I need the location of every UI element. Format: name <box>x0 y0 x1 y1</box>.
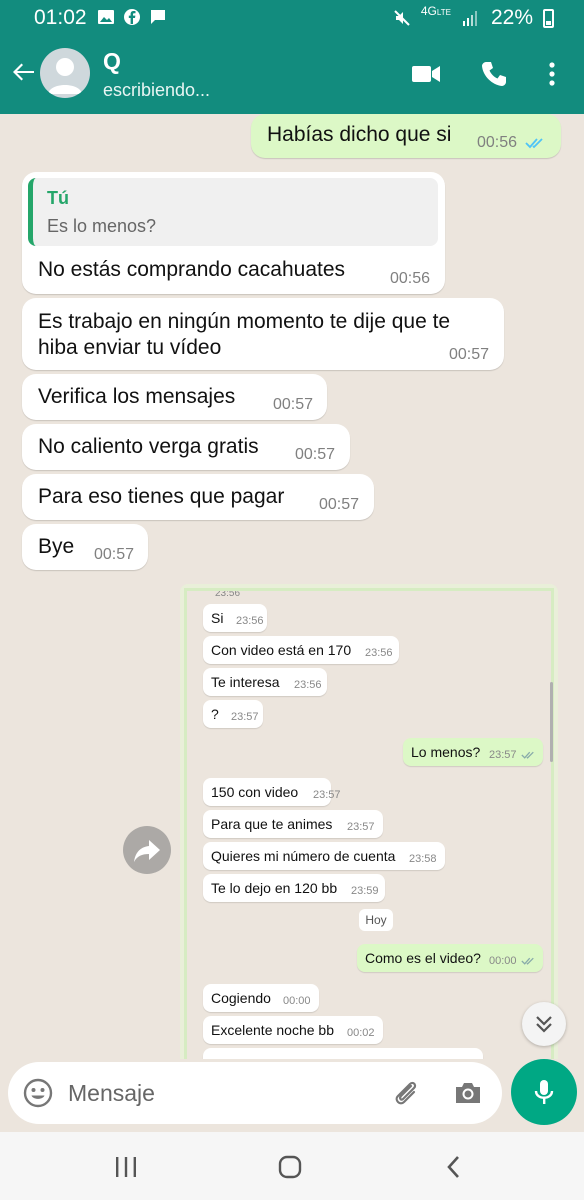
message-text-line1: Es trabajo en ningún momento te dije que… <box>38 310 451 333</box>
battery-percent: 22% <box>490 6 533 29</box>
read-ticks-icon <box>521 751 534 759</box>
message-text: Habías dicho que si <box>267 123 452 146</box>
message-incoming[interactable]: Bye 00:57 <box>22 524 148 570</box>
image-scrollbar <box>550 682 553 762</box>
battery-icon <box>543 8 554 28</box>
phone-icon[interactable] <box>478 58 510 90</box>
message-time: 00:56 <box>477 134 518 151</box>
gallery-icon <box>98 10 114 24</box>
avatar-icon <box>48 58 82 94</box>
image-chat-message: ? 23:57 <box>203 700 263 728</box>
status-time: 01:02 <box>34 6 87 29</box>
message-text: No caliento verga gratis <box>38 435 259 458</box>
image-chat-message: Lo menos? 23:57 <box>403 738 543 766</box>
image-chat-message: Te lo dejo en 120 bb 23:59 <box>203 874 385 902</box>
image-chat-message: 150 con video 23:57 <box>203 778 341 806</box>
recents-icon[interactable] <box>112 1154 140 1180</box>
network-type: 4GLTE <box>420 4 451 18</box>
image-chat-message: Excelente noche bb 00:02 <box>203 1016 383 1044</box>
scroll-to-bottom-button[interactable] <box>522 1002 566 1046</box>
status-notification-icons <box>97 8 167 26</box>
quote-text: Es lo menos? <box>47 216 157 236</box>
message-incoming[interactable]: Para eso tienes que pagar 00:57 <box>22 474 374 520</box>
message-outgoing[interactable]: Habías dicho que si 00:56 <box>251 114 561 158</box>
image-chat-message: Como es el video? 00:00 <box>357 944 543 972</box>
image-chat-message: Si 23:56 <box>203 604 267 632</box>
message-incoming[interactable]: Verifica los mensajes 00:57 <box>22 374 327 420</box>
image-chat-message-partial <box>203 1048 483 1059</box>
image-chat-message: Quieres mi número de cuenta 23:58 <box>203 842 445 870</box>
mic-icon <box>534 1080 554 1104</box>
message-time: 00:57 <box>273 396 314 413</box>
day-chip: Hoy <box>359 909 393 931</box>
message-time: 00:57 <box>94 546 135 563</box>
message-time: 00:57 <box>449 346 490 363</box>
message-incoming[interactable]: No caliento verga gratis 00:57 <box>22 424 350 470</box>
message-incoming-reply[interactable]: Tú Es lo menos? No estás comprando cacah… <box>22 172 445 294</box>
message-incoming[interactable]: Es trabajo en ningún momento te dije que… <box>22 298 504 370</box>
more-vert-icon[interactable] <box>540 58 572 90</box>
facebook-icon <box>124 9 140 25</box>
quote-author: Tú <box>47 188 69 208</box>
quoted-message[interactable]: Tú Es lo menos? <box>28 178 438 246</box>
forward-icon <box>134 840 160 862</box>
home-icon[interactable] <box>276 1154 304 1180</box>
message-time: 00:57 <box>295 446 336 463</box>
screenshot-image[interactable]: 23:56 Si 23:56 Con video está en 170 23:… <box>184 588 554 1059</box>
signal-icon <box>462 11 477 26</box>
status-right: 4GLTE 22% <box>393 4 554 30</box>
contact-status: escribiendo... <box>103 80 211 100</box>
message-input-bar[interactable]: Mensaje <box>8 1062 502 1124</box>
image-chat-message: Cogiendo 00:00 <box>203 984 319 1012</box>
image-chat-message: Con video está en 170 23:56 <box>203 636 399 664</box>
chat-area[interactable]: Habías dicho que si 00:56 Tú Es lo menos… <box>0 114 584 1059</box>
back-arrow-icon[interactable] <box>8 56 40 88</box>
image-message[interactable]: 23:56 Si 23:56 Con video está en 170 23:… <box>180 584 558 1059</box>
system-nav-bar <box>0 1132 584 1200</box>
message-text: Para eso tienes que pagar <box>38 485 285 508</box>
message-text: No estás comprando cacahuates <box>38 258 346 281</box>
message-text: Bye <box>38 535 75 558</box>
message-input[interactable]: Mensaje <box>68 1080 155 1107</box>
back-icon[interactable] <box>440 1154 468 1180</box>
message-text: Verifica los mensajes <box>38 385 236 408</box>
attach-icon[interactable] <box>390 1077 422 1109</box>
mic-button[interactable] <box>511 1059 577 1125</box>
message-time: 00:56 <box>390 270 431 287</box>
chat-header: Q escribiendo... <box>0 36 584 114</box>
status-bar: 01:02 4GLTE 22% <box>0 0 584 36</box>
camera-icon[interactable] <box>452 1077 484 1109</box>
mute-icon <box>394 10 410 26</box>
message-time: 00:57 <box>319 496 360 513</box>
avatar[interactable] <box>40 48 90 98</box>
cut-time: 23:56 <box>215 588 241 599</box>
chat-notification-icon <box>151 10 165 24</box>
message-text-line2: hiba enviar tu vídeo <box>38 336 222 359</box>
emoji-icon[interactable] <box>22 1077 54 1109</box>
image-chat-message: Te interesa 23:56 <box>203 668 327 696</box>
read-ticks-icon <box>521 957 534 965</box>
forward-button[interactable] <box>123 826 171 874</box>
image-chat-message: Para que te animes 23:57 <box>203 810 383 838</box>
video-call-icon[interactable] <box>410 58 442 90</box>
read-ticks-icon <box>525 138 543 149</box>
contact-name[interactable]: Q <box>103 48 121 75</box>
double-chevron-down-icon <box>536 1016 552 1033</box>
